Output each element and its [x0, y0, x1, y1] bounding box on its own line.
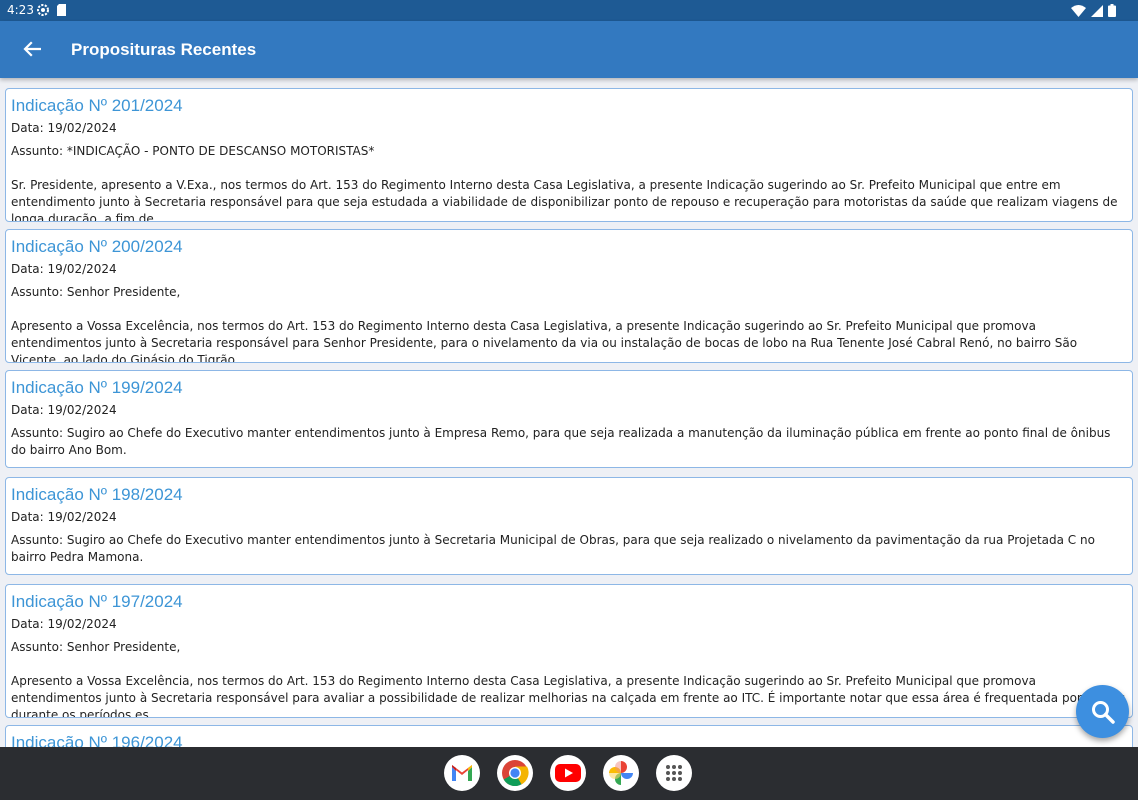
list-item[interactable]: Indicação Nº 200/2024 Data: 19/02/2024 A… [5, 229, 1133, 363]
subject-label: Assunto: [11, 533, 64, 547]
subject-label: Assunto: [11, 285, 64, 299]
item-subject-row: Assunto: Senhor Presidente, [11, 284, 1127, 301]
signal-icon [1091, 4, 1103, 17]
item-date: 19/02/2024 [47, 262, 117, 276]
photos-app[interactable] [603, 755, 639, 791]
gmail-icon [452, 765, 472, 781]
app-dock [444, 755, 692, 791]
list-item[interactable]: Indicação Nº 201/2024 Data: 19/02/2024 A… [5, 88, 1133, 222]
taskbar [0, 747, 1138, 800]
item-body: Apresento a Vossa Excelência, nos termos… [11, 319, 1078, 363]
arrow-left-icon [23, 41, 41, 57]
date-label: Data: [11, 262, 44, 276]
settings-icon [37, 4, 49, 16]
date-label: Data: [11, 510, 44, 524]
item-date-row: Data: 19/02/2024 [11, 402, 1127, 419]
item-subject-row: Assunto: Senhor Presidente, [11, 639, 1127, 656]
list-item[interactable]: Indicação Nº 199/2024 Data: 19/02/2024 A… [5, 370, 1133, 468]
item-date-row: Data: 19/02/2024 [11, 616, 1127, 633]
photos-icon [609, 761, 633, 785]
subject-label: Assunto: [11, 426, 64, 440]
item-body: Apresento a Vossa Excelência, nos termos… [11, 674, 1126, 718]
status-bar: 4:23 [0, 0, 1138, 21]
item-date: 19/02/2024 [47, 510, 117, 524]
item-subject-row: Assunto: *INDICAÇÃO - PONTO DE DESCANSO … [11, 143, 1127, 160]
item-date-row: Data: 19/02/2024 [11, 509, 1127, 526]
app-drawer-icon [666, 765, 682, 781]
youtube-app[interactable] [550, 755, 586, 791]
youtube-icon [555, 764, 581, 782]
item-title: Indicação Nº 198/2024 [11, 485, 183, 504]
item-date-row: Data: 19/02/2024 [11, 261, 1127, 278]
item-subject: Sugiro ao Chefe do Executivo manter ente… [11, 533, 1095, 564]
battery-icon [1108, 4, 1116, 17]
item-title: Indicação Nº 199/2024 [11, 378, 183, 397]
gmail-app[interactable] [444, 755, 480, 791]
item-subject-row: Assunto: Sugiro ao Chefe do Executivo ma… [11, 425, 1127, 459]
list-item[interactable]: Indicação Nº 196/2024 [5, 725, 1133, 747]
app-bar: Proposituras Recentes [0, 21, 1138, 78]
subject-label: Assunto: [11, 640, 64, 654]
search-button[interactable] [1076, 685, 1129, 738]
item-title: Indicação Nº 196/2024 [11, 733, 183, 747]
propositions-list: Indicação Nº 201/2024 Data: 19/02/2024 A… [0, 78, 1138, 747]
item-subject: Sugiro ao Chefe do Executivo manter ente… [11, 426, 1111, 457]
item-title: Indicação Nº 200/2024 [11, 237, 183, 256]
item-title: Indicação Nº 201/2024 [11, 96, 183, 115]
item-subject-row: Assunto: Sugiro ao Chefe do Executivo ma… [11, 532, 1127, 566]
back-button[interactable] [18, 35, 46, 63]
item-date: 19/02/2024 [47, 617, 117, 631]
date-label: Data: [11, 121, 44, 135]
page-title: Proposituras Recentes [71, 40, 257, 59]
status-time: 4:23 [7, 3, 34, 17]
chrome-icon [502, 760, 529, 787]
item-subject: Senhor Presidente, [66, 640, 181, 654]
item-body: Sr. Presidente, apresento a V.Exa., nos … [11, 178, 1118, 222]
item-subject: Senhor Presidente, [66, 285, 181, 299]
item-date: 19/02/2024 [47, 121, 117, 135]
item-subject: *INDICAÇÃO - PONTO DE DESCANSO MOTORISTA… [66, 144, 375, 158]
app-drawer[interactable] [656, 755, 692, 791]
search-icon [1091, 700, 1115, 724]
list-item[interactable]: Indicação Nº 197/2024 Data: 19/02/2024 A… [5, 584, 1133, 718]
item-date: 19/02/2024 [47, 403, 117, 417]
subject-label: Assunto: [11, 144, 64, 158]
item-title: Indicação Nº 197/2024 [11, 592, 183, 611]
item-date-row: Data: 19/02/2024 [11, 120, 1127, 137]
list-item[interactable]: Indicação Nº 198/2024 Data: 19/02/2024 A… [5, 477, 1133, 575]
date-label: Data: [11, 403, 44, 417]
date-label: Data: [11, 617, 44, 631]
sd-card-icon [57, 4, 66, 16]
chrome-app[interactable] [497, 755, 533, 791]
wifi-icon [1071, 4, 1086, 17]
